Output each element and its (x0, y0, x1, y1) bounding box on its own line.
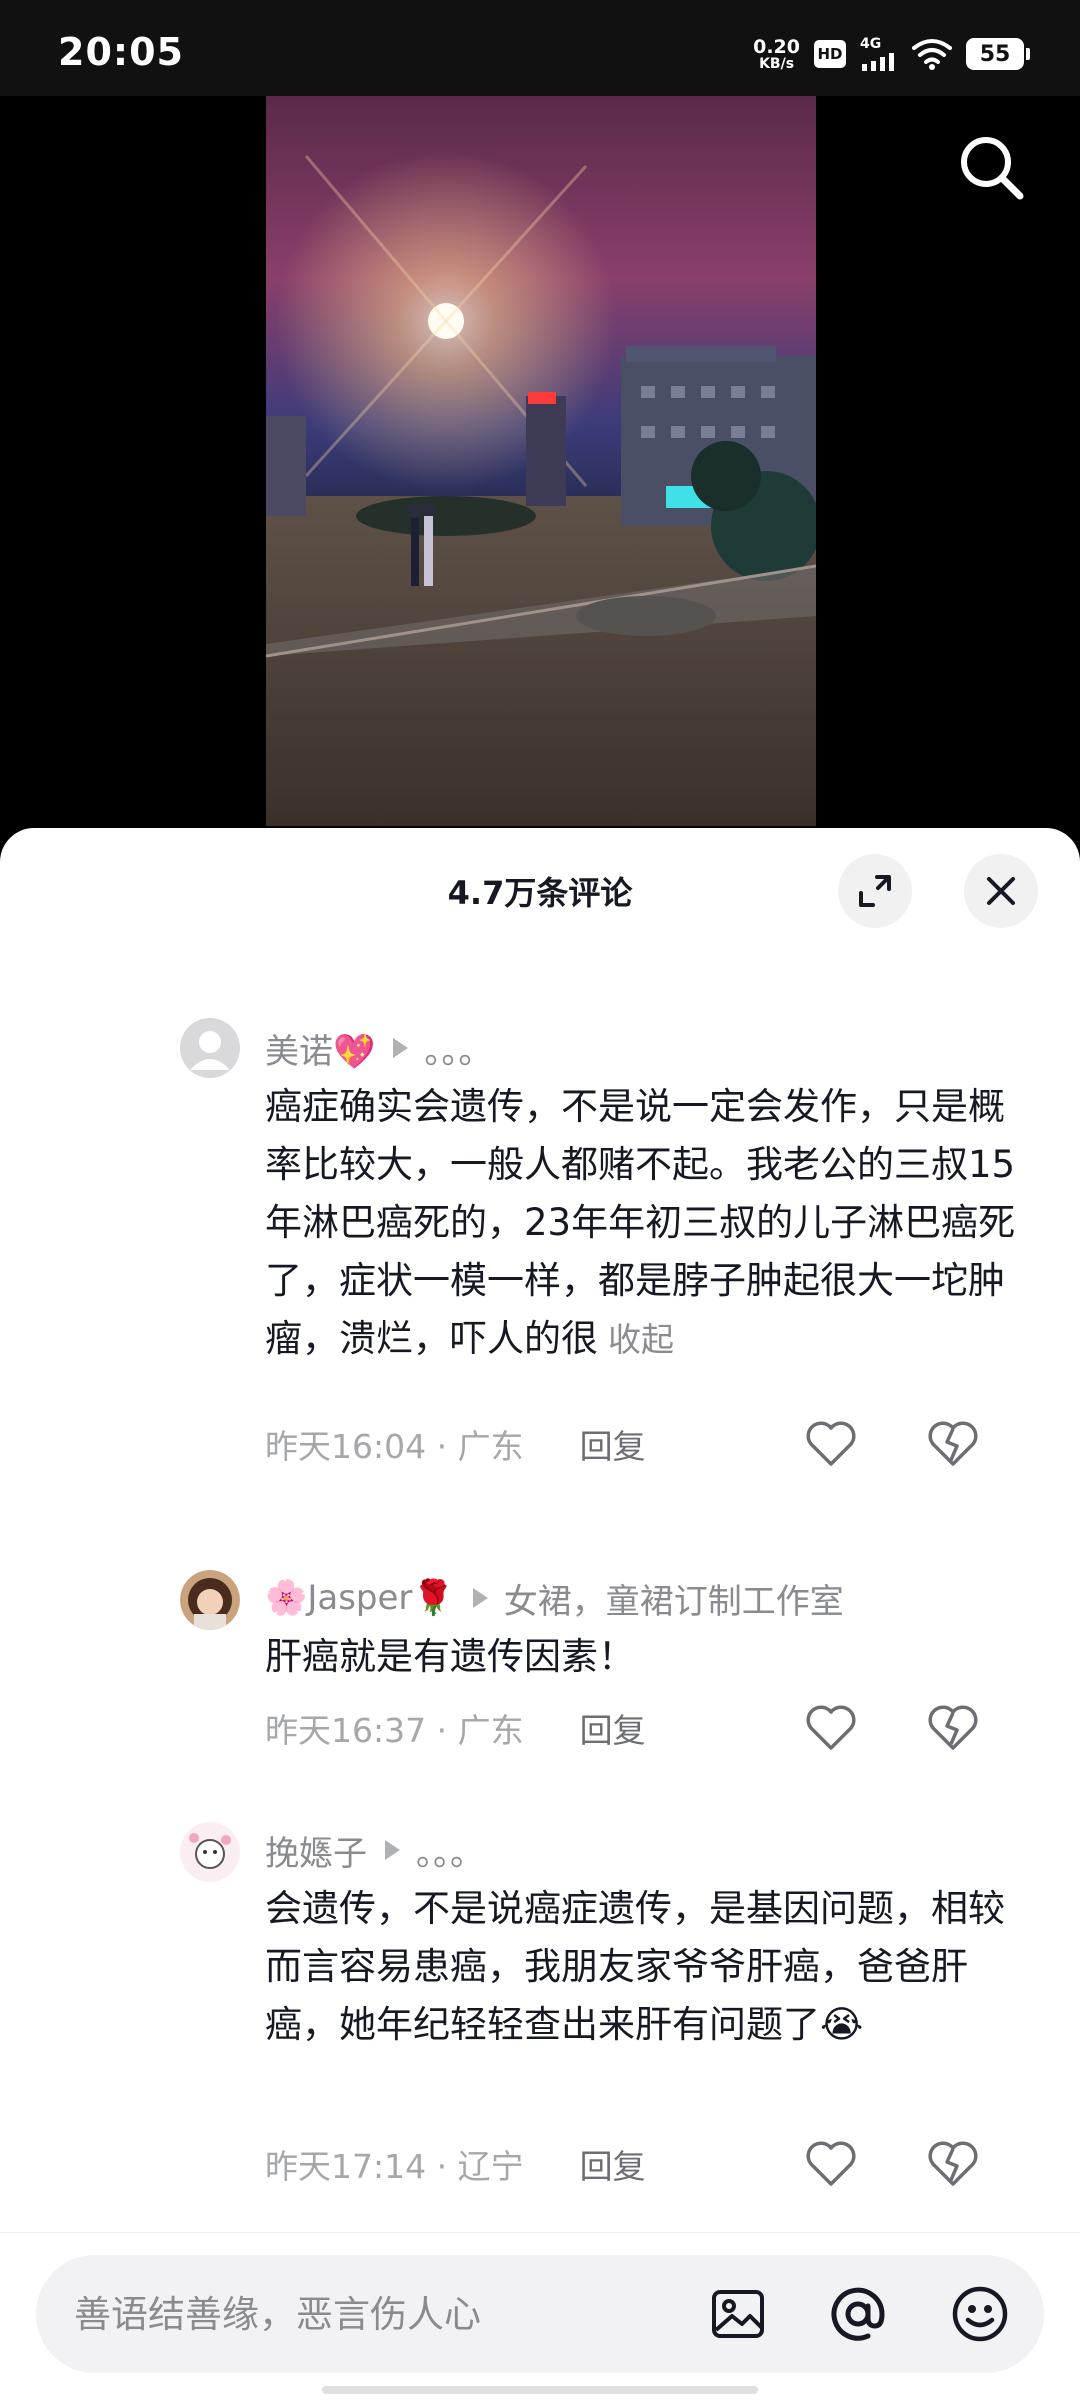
comment-author-row: 挽嫕子 。。。 (265, 1824, 484, 1876)
reply-arrow-icon (393, 1038, 409, 1058)
hd-icon: HD (814, 40, 846, 68)
video-frame[interactable] (266, 96, 816, 826)
comment-text[interactable]: 肝癌就是有遗传因素！ (265, 1628, 1035, 1686)
avatar[interactable] (180, 1570, 240, 1630)
comment-meta: 昨天17:14 · 辽宁 回复 (265, 2134, 1035, 2194)
broken-heart-icon[interactable] (927, 1420, 979, 1468)
comment-author[interactable]: 美诺💖 (265, 1024, 375, 1073)
scrolled-content-edge (260, 924, 1020, 932)
close-button[interactable] (964, 854, 1038, 928)
status-bar: 20:05 0.20 KB/s HD 4G 55 (0, 0, 1080, 96)
at-icon[interactable] (828, 2284, 888, 2344)
comment-time-location: 昨天16:04 · 广东 (265, 1427, 524, 1466)
network-speed-unit: KB/s (759, 55, 795, 72)
search-icon (961, 137, 1024, 200)
battery-icon: 55 (966, 38, 1030, 70)
heart-icon[interactable] (805, 1704, 857, 1752)
avatar[interactable] (180, 1018, 240, 1078)
comment-meta: 昨天16:04 · 广东 回复 (265, 1414, 1035, 1474)
network-speed: 0.20 KB/s (753, 35, 800, 72)
cell-signal: 4G (860, 37, 898, 71)
reply-button[interactable]: 回复 (580, 1420, 646, 1468)
comment-time-location: 昨天17:14 · 辽宁 (265, 2147, 524, 2186)
video-player[interactable] (0, 96, 1080, 836)
collapse-link[interactable]: 收起 (608, 1320, 674, 1359)
comment-count-title: 4.7万条评论 (447, 874, 633, 912)
comment-author-row: 美诺💖 。。。 (265, 1022, 492, 1074)
comment-input[interactable] (74, 2255, 694, 2373)
comment-actions (805, 1420, 979, 1468)
search-button[interactable] (952, 128, 1032, 208)
comments-sheet: 4.7万条评论 美诺💖 。。。 癌症确实会遗传，不是说一定会发作，只是概率比较大… (0, 828, 1080, 2400)
image-icon[interactable] (708, 2284, 768, 2344)
avatar[interactable] (180, 1822, 240, 1882)
status-time: 20:05 (58, 30, 184, 74)
expand-icon (859, 875, 891, 907)
user-avatar-image (180, 1570, 240, 1630)
default-avatar-icon (180, 1018, 240, 1078)
reply-arrow-icon (385, 1840, 400, 1860)
comment-text[interactable]: 会遗传，不是说癌症遗传，是基因问题，相较而言容易患癌，我朋友家爷爷肝癌，爸爸肝癌… (265, 1880, 1035, 2054)
reply-button[interactable]: 回复 (580, 1704, 646, 1752)
comment-meta: 昨天16:37 · 广东 回复 (265, 1698, 1035, 1758)
comment-actions (805, 2140, 979, 2188)
video-scene-image (266, 96, 816, 826)
network-type: 4G (860, 36, 882, 52)
comment-input-pill[interactable] (36, 2255, 1044, 2373)
wifi-icon (912, 39, 952, 70)
reply-target[interactable]: 。。。 (424, 1024, 492, 1073)
comment-text[interactable]: 癌症确实会遗传，不是说一定会发作，只是概率比较大，一般人都赌不起。我老公的三叔1… (265, 1078, 1035, 1369)
reply-target[interactable]: 。。。 (416, 1826, 484, 1875)
comment-author[interactable]: 🌸Jasper🌹 (265, 1578, 455, 1618)
comment-time-location: 昨天16:37 · 广东 (265, 1711, 524, 1750)
reply-target[interactable]: 女裙，童裙订制工作室 (504, 1574, 844, 1623)
comment-actions (805, 1704, 979, 1752)
heart-icon[interactable] (805, 2140, 857, 2188)
comment-text-content: 癌症确实会遗传，不是说一定会发作，只是概率比较大，一般人都赌不起。我老公的三叔1… (265, 1085, 1016, 1360)
user-avatar-image (180, 1822, 240, 1882)
network-speed-value: 0.20 (753, 35, 800, 58)
comment-author[interactable]: 挽嫕子 (265, 1826, 367, 1875)
heart-icon[interactable] (805, 1420, 857, 1468)
reply-arrow-icon (472, 1588, 488, 1608)
signal-bars-icon (862, 53, 894, 71)
status-icons: 0.20 KB/s HD 4G 55 (753, 32, 1030, 76)
close-icon (987, 877, 1015, 905)
comment-input-bar (0, 2232, 1080, 2400)
broken-heart-icon[interactable] (927, 1704, 979, 1752)
expand-button[interactable] (838, 854, 912, 928)
comment-author-row: 🌸Jasper🌹 女裙，童裙订制工作室 (265, 1572, 844, 1624)
emoji-icon[interactable] (950, 2284, 1010, 2344)
reply-button[interactable]: 回复 (580, 2140, 646, 2188)
broken-heart-icon[interactable] (927, 2140, 979, 2188)
home-indicator[interactable] (322, 2386, 758, 2394)
